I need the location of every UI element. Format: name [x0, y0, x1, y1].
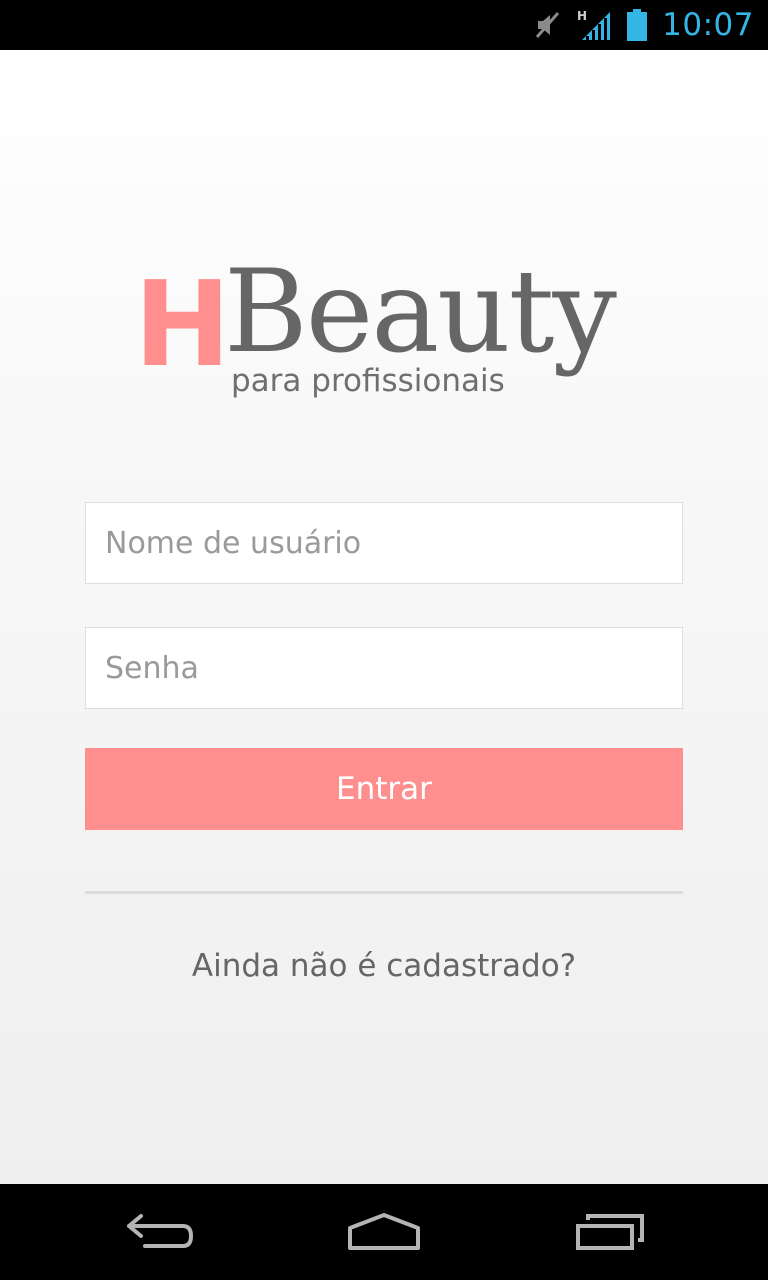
app-logo: H Beauty para profissionais: [132, 255, 642, 415]
back-icon: [127, 1214, 193, 1248]
password-input[interactable]: [86, 628, 682, 708]
home-button[interactable]: [314, 1184, 454, 1280]
battery-icon: [626, 8, 648, 42]
status-time: 10:07: [662, 7, 754, 43]
login-button[interactable]: Entrar: [85, 748, 683, 830]
status-icons: H 10:07: [534, 0, 754, 50]
password-field: [85, 627, 683, 709]
username-field: [85, 502, 683, 584]
logo-h-letter: H: [134, 255, 231, 393]
logo-wordmark: Beauty: [224, 245, 617, 378]
back-button[interactable]: [90, 1184, 230, 1280]
home-icon: [348, 1213, 420, 1250]
username-input[interactable]: [86, 503, 682, 583]
login-screen: H Beauty para profissionais Entrar Ainda…: [0, 50, 768, 1184]
recents-button[interactable]: [540, 1184, 680, 1280]
navigation-bar: [0, 1184, 768, 1280]
muted-icon: [534, 10, 562, 40]
signal-icon: H: [576, 8, 612, 42]
recents-icon: [576, 1214, 644, 1250]
status-bar: H 10:07: [0, 0, 768, 50]
logo-tagline: para profissionais: [231, 363, 505, 399]
signup-link[interactable]: Ainda não é cadastrado?: [0, 948, 768, 984]
network-type-label: H: [577, 9, 587, 23]
divider: [85, 891, 683, 894]
